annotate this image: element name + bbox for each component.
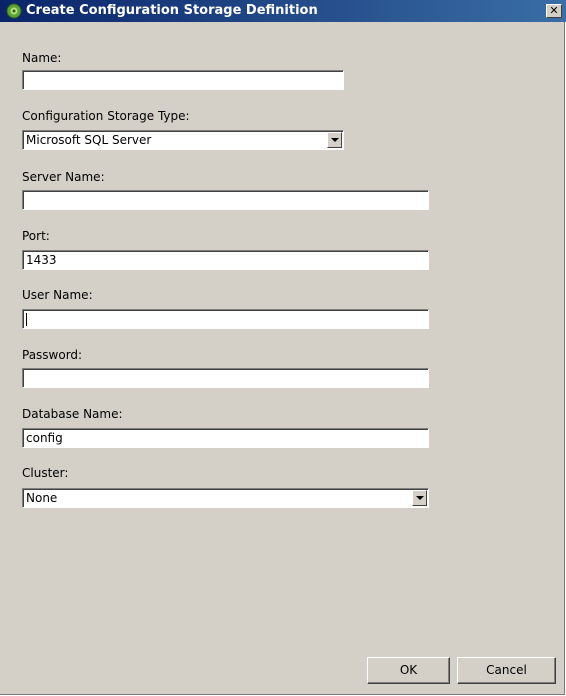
database-name-label: Database Name: xyxy=(22,407,123,421)
password-label: Password: xyxy=(22,348,83,362)
dialog-window: Create Configuration Storage Definition … xyxy=(0,0,566,695)
user-name-input[interactable] xyxy=(22,309,429,329)
storage-type-select[interactable]: Microsoft SQL Server xyxy=(22,130,344,150)
cancel-button[interactable]: Cancel xyxy=(457,657,556,684)
port-label: Port: xyxy=(22,229,50,243)
server-name-input[interactable] xyxy=(22,190,429,210)
title-bar[interactable]: Create Configuration Storage Definition … xyxy=(0,0,566,22)
cluster-label: Cluster: xyxy=(22,466,69,480)
storage-type-dropdown-button[interactable] xyxy=(327,132,342,148)
name-label: Name: xyxy=(22,51,62,65)
ok-button[interactable]: OK xyxy=(367,657,450,684)
port-input[interactable]: 1433 xyxy=(22,250,429,270)
cluster-select[interactable]: None xyxy=(22,488,429,508)
storage-type-value: Microsoft SQL Server xyxy=(26,133,152,147)
app-icon xyxy=(6,3,22,19)
close-icon: ✕ xyxy=(549,4,559,17)
storage-type-label: Configuration Storage Type: xyxy=(22,109,190,123)
cluster-dropdown-button[interactable] xyxy=(412,490,427,506)
dialog-title: Create Configuration Storage Definition xyxy=(26,3,318,18)
chevron-down-icon xyxy=(331,138,339,142)
cluster-value: None xyxy=(26,491,58,505)
database-name-input[interactable]: config xyxy=(22,428,429,448)
user-name-label: User Name: xyxy=(22,288,93,302)
password-input[interactable] xyxy=(22,368,429,388)
chevron-down-icon xyxy=(416,496,424,500)
name-input[interactable] xyxy=(22,70,344,90)
close-button[interactable]: ✕ xyxy=(546,4,562,18)
server-name-label: Server Name: xyxy=(22,170,105,184)
text-caret xyxy=(26,313,27,326)
